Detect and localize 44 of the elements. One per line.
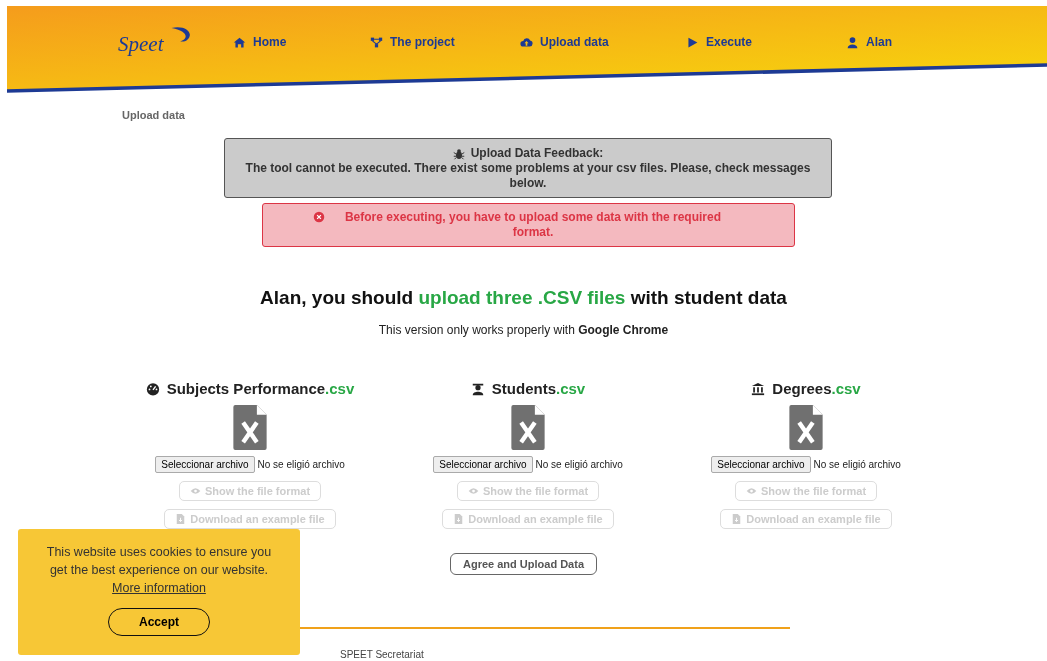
eye-icon	[189, 486, 201, 496]
error-icon	[313, 211, 325, 223]
file-title: Degrees.csv	[772, 380, 861, 397]
agree-upload-button[interactable]: Agree and Upload Data	[450, 553, 597, 575]
browser-note: This version only works properly with Google Chrome	[377, 323, 670, 337]
cookie-message: This website uses cookies to ensure you get the best experience on our website.	[45, 544, 273, 579]
graduate-icon	[470, 381, 485, 396]
more-info-link[interactable]: More information	[112, 581, 206, 595]
file-title: Subjects Performance.csv	[166, 380, 355, 397]
breadcrumb: Upload data	[122, 109, 186, 123]
page-heading: Alan, you should upload three .CSV files with student data	[259, 287, 788, 309]
feedback-title: Upload Data Feedback:	[470, 146, 604, 161]
bank-icon	[751, 381, 766, 396]
nav-link[interactable]: Home	[233, 35, 370, 49]
choose-file-button[interactable]: Seleccionar archivo	[433, 456, 533, 473]
nav-link[interactable]: The project	[370, 35, 520, 49]
logo-text[interactable]: Speet	[118, 31, 164, 57]
spreadsheet-file-icon	[789, 405, 823, 450]
file-status: No se eligió archivo	[257, 459, 345, 470]
bug-icon	[452, 147, 465, 160]
file-download-icon	[175, 514, 187, 524]
spreadsheet-file-icon	[233, 405, 267, 450]
nav-link[interactable]: Alan	[846, 35, 892, 49]
choose-file-button[interactable]: Seleccionar archivo	[155, 456, 255, 473]
file-download-icon	[731, 514, 743, 524]
file-status: No se eligió archivo	[813, 459, 901, 470]
spreadsheet-file-icon	[511, 405, 545, 450]
nav-link[interactable]: Execute	[686, 35, 846, 49]
nav-link[interactable]: Upload data	[520, 35, 686, 49]
home-icon	[233, 35, 246, 49]
feedback-message: The tool cannot be executed. There exist some problems at your csv files. Please, check messages below.	[244, 161, 812, 191]
sitemap-icon	[370, 35, 383, 49]
choose-file-button[interactable]: Seleccionar archivo	[711, 456, 811, 473]
file-title: Students.csv	[491, 380, 586, 397]
footer-text: SPEET Secretariat	[340, 649, 425, 660]
cloud-upload-icon	[520, 35, 533, 49]
gauge-icon	[145, 381, 160, 396]
user-icon	[846, 35, 859, 49]
file-status: No se eligió archivo	[535, 459, 623, 470]
eye-icon	[467, 486, 479, 496]
eye-icon	[745, 486, 757, 496]
error-message: Before executing, you have to upload some data with the required format.	[343, 210, 723, 240]
play-icon	[686, 35, 699, 49]
file-download-icon	[453, 514, 465, 524]
